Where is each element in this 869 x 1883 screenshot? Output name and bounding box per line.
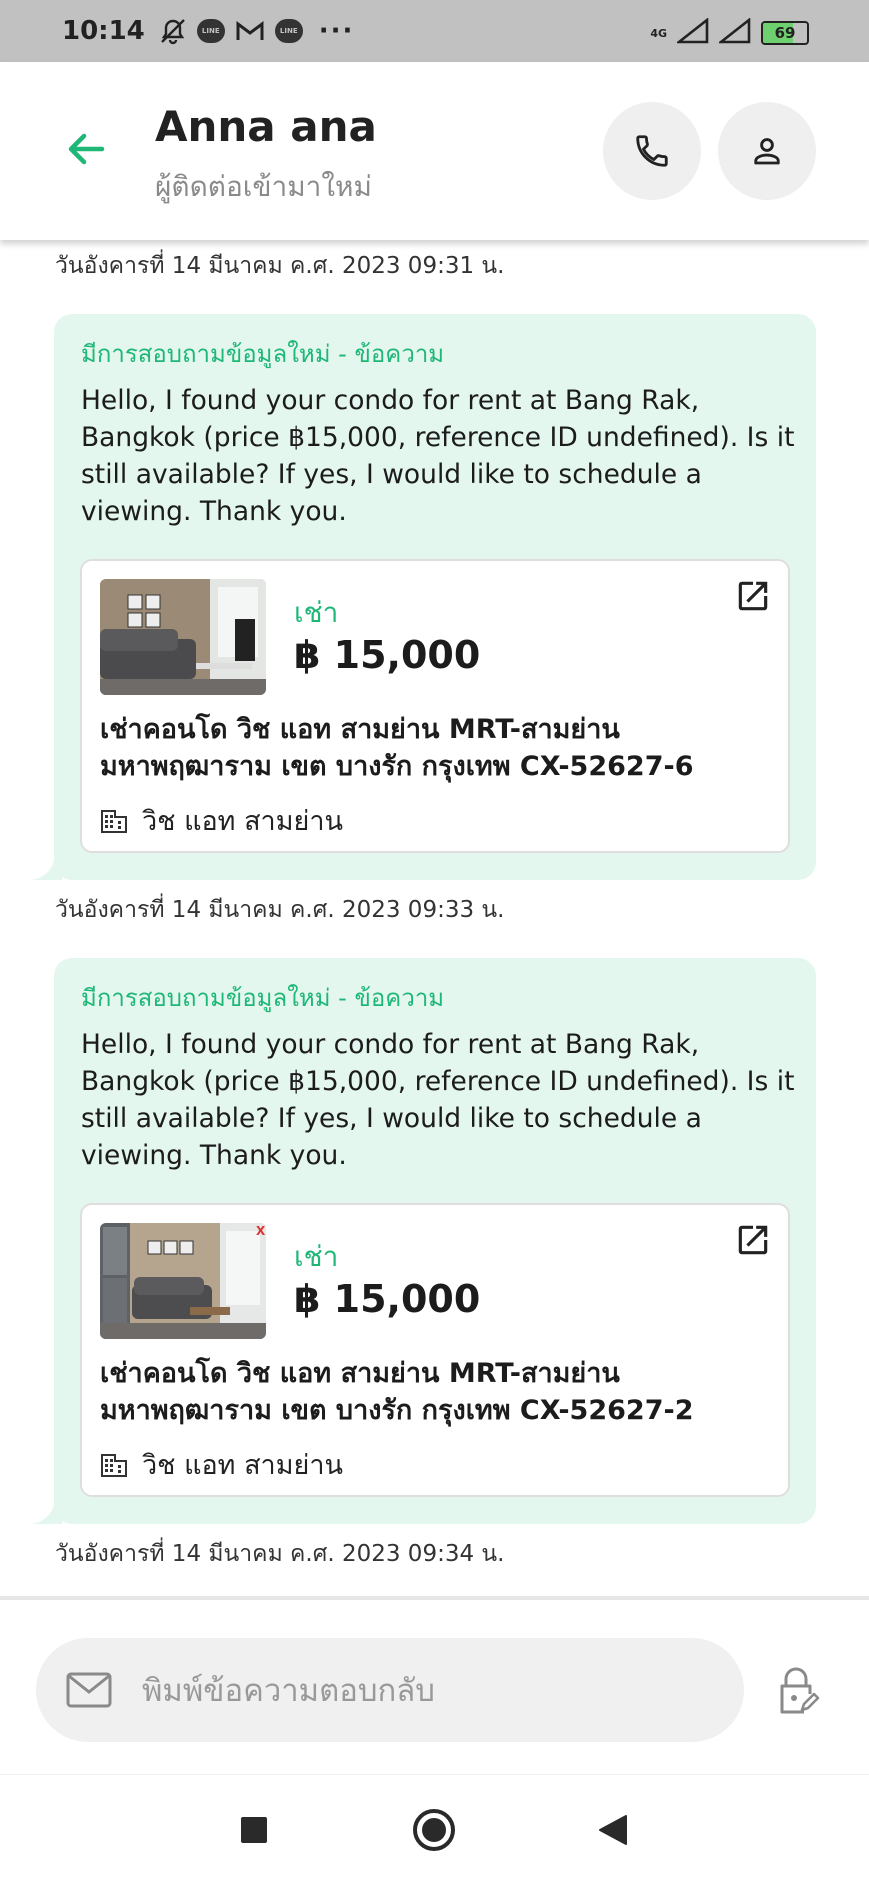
reply-composer: พิมพ์ข้อความตอบกลับ: [0, 1596, 869, 1774]
triangle-back-icon: [599, 1815, 627, 1845]
listing-project: วิช แอท สามย่าน: [100, 799, 343, 842]
open-external-icon[interactable]: [734, 577, 772, 615]
system-nav-bar: [0, 1774, 869, 1883]
building-icon: [101, 809, 127, 833]
network-type: 4G: [650, 26, 667, 40]
listing-title: เช่าคอนโด วิช แอท สามย่าน MRT-สามย่าน มห…: [100, 711, 780, 785]
person-icon: [754, 138, 780, 165]
lock-edit-icon: [780, 1667, 820, 1714]
notification-icons: LINE LINE ···: [159, 16, 355, 46]
mail-icon: [66, 1672, 112, 1708]
listing-card[interactable]: เช่า ฿ 15,000 เช่าคอนโด วิช แอท สามย่าน …: [80, 559, 790, 853]
status-bar: 10:14 LINE LINE ··· 4G 69: [0, 0, 869, 62]
open-external-icon[interactable]: [734, 1221, 772, 1259]
signal-icon: [717, 17, 751, 48]
phone-icon: [636, 135, 668, 167]
contact-status: ผู้ติดต่อเข้ามาใหม่: [155, 170, 372, 203]
system-status: 4G 69: [650, 17, 809, 48]
listing-title-line: เช่าคอนโด วิช แอท สามย่าน MRT-สามย่าน: [100, 714, 620, 745]
bubble-tail: [32, 1504, 62, 1524]
battery-icon: 69: [761, 21, 809, 45]
listing-project: วิช แอท สามย่าน: [100, 1443, 343, 1486]
svg-text:X: X: [256, 1224, 266, 1238]
listing-card[interactable]: X เช่า ฿ 15,000 เช่าคอนโด วิช แอท สามย่า…: [80, 1203, 790, 1497]
battery-percent: 69: [774, 24, 796, 42]
signal-icon: [675, 17, 709, 48]
listing-photo: [100, 579, 266, 695]
more-icon: ···: [318, 16, 355, 46]
message-timestamp: วันอังคารที่ 14 มีนาคม ค.ศ. 2023 09:31 น…: [55, 253, 505, 279]
listing-type: เช่า: [294, 1240, 339, 1273]
app-header: Anna ana ผู้ติดต่อเข้ามาใหม่: [0, 62, 869, 240]
call-button[interactable]: [603, 102, 701, 200]
listing-type: เช่า: [294, 596, 339, 629]
back-nav-button[interactable]: [588, 1805, 638, 1855]
listing-price: ฿ 15,000: [294, 1277, 481, 1321]
message-title: มีการสอบถามข้อมูลใหม่ - ข้อความ: [81, 340, 445, 368]
listing-project-name: วิช แอท สามย่าน: [142, 806, 343, 837]
listing-price: ฿ 15,000: [294, 633, 481, 677]
message-timestamp: วันอังคารที่ 14 มีนาคม ค.ศ. 2023 09:33 น…: [55, 897, 505, 923]
do-not-disturb-icon: [159, 17, 187, 45]
listing-title: เช่าคอนโด วิช แอท สามย่าน MRT-สามย่าน มห…: [100, 1355, 780, 1429]
listing-title-line: มหาพฤฒาราม เขต บางรัก กรุงเทพ CX-52627-6: [100, 751, 694, 782]
contact-name: Anna ana: [155, 102, 377, 151]
back-button[interactable]: [62, 124, 112, 174]
listing-title-line: เช่าคอนโด วิช แอท สามย่าน MRT-สามย่าน: [100, 1358, 620, 1389]
message-bubble: มีการสอบถามข้อมูลใหม่ - ข้อความ Hello, I…: [32, 958, 816, 1524]
building-icon: [101, 1453, 127, 1477]
line-icon: LINE: [274, 19, 303, 43]
square-icon: [241, 1817, 267, 1843]
chat-thread[interactable]: วันอังคารที่ 14 มีนาคม ค.ศ. 2023 09:31 น…: [0, 240, 869, 1596]
bubble-tail: [32, 860, 62, 880]
listing-title-line: มหาพฤฒาราม เขต บางรัก กรุงเทพ CX-52627-2: [100, 1395, 694, 1426]
listing-project-name: วิช แอท สามย่าน: [142, 1450, 343, 1481]
circle-icon: [413, 1809, 455, 1851]
message-body: Hello, I found your condo for rent at Ba…: [81, 385, 795, 527]
template-lock-button[interactable]: [776, 1666, 820, 1716]
message-body: Hello, I found your condo for rent at Ba…: [81, 1029, 795, 1171]
reply-input-placeholder: พิมพ์ข้อความตอบกลับ: [142, 1673, 435, 1709]
message-timestamp: วันอังคารที่ 14 มีนาคม ค.ศ. 2023 09:34 น…: [55, 1541, 505, 1567]
listing-photo: X: [100, 1223, 266, 1339]
status-time: 10:14: [62, 16, 145, 46]
message-bubble: มีการสอบถามข้อมูลใหม่ - ข้อความ Hello, I…: [32, 314, 816, 880]
arrow-left-icon: [68, 133, 105, 165]
recents-button[interactable]: [229, 1805, 279, 1855]
message-title: มีการสอบถามข้อมูลใหม่ - ข้อความ: [81, 984, 445, 1012]
gmail-icon: [235, 19, 265, 43]
line-icon: LINE: [196, 19, 225, 43]
home-button[interactable]: [409, 1805, 459, 1855]
reply-input[interactable]: พิมพ์ข้อความตอบกลับ: [36, 1638, 744, 1742]
profile-button[interactable]: [718, 102, 816, 200]
